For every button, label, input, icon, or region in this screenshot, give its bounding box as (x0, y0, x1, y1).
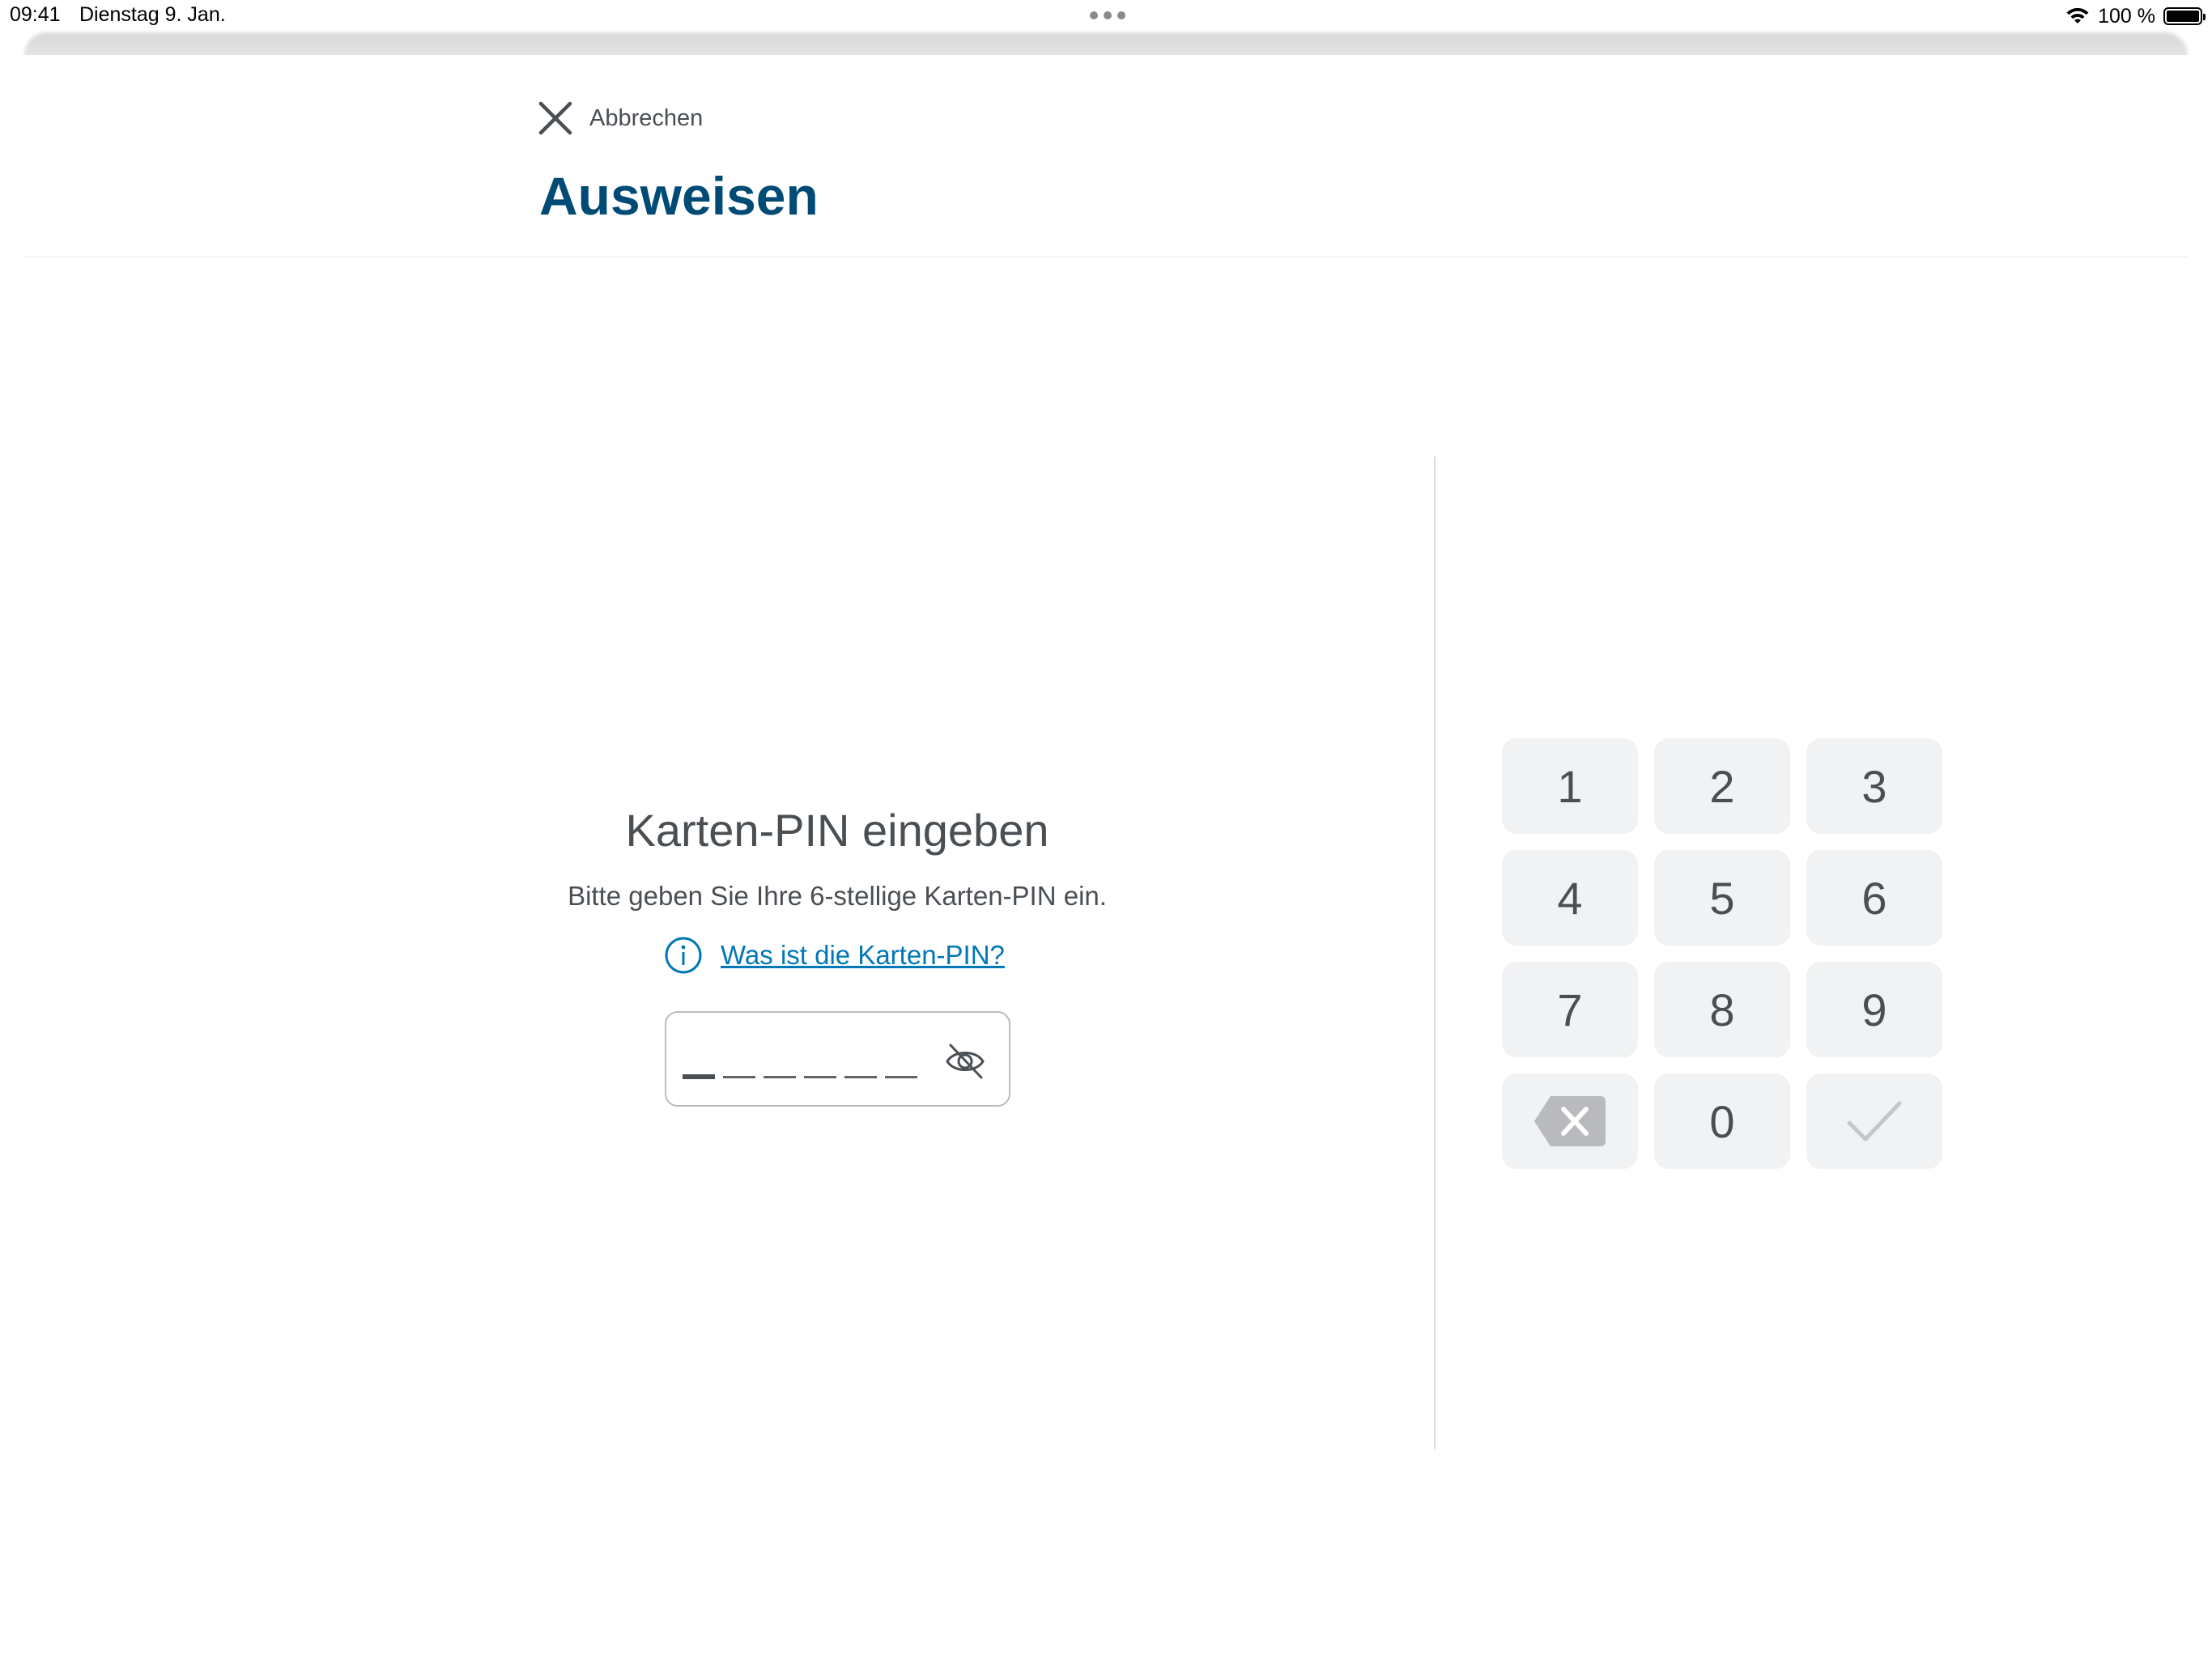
status-bar: 09:41 Dienstag 9. Jan. 100 % (0, 0, 2212, 36)
pin-digit-slot (885, 1076, 917, 1078)
multitasking-dots-icon[interactable] (1090, 11, 1125, 21)
key-9[interactable]: 9 (1806, 962, 1942, 1057)
backspace-icon (1534, 1096, 1606, 1146)
checkmark-icon (1847, 1101, 1902, 1141)
pin-help-link-label: Was ist die Karten-PIN? (721, 940, 1005, 970)
battery-percentage: 100 % (2098, 4, 2155, 28)
cancel-label: Abbrechen (589, 104, 704, 131)
pin-subtitle: Bitte geben Sie Ihre 6-stellige Karten-P… (568, 881, 1107, 911)
pin-digit-slot (683, 1074, 715, 1079)
delete-button[interactable] (1502, 1073, 1638, 1169)
pin-digit-slot (764, 1076, 796, 1078)
key-0[interactable]: 0 (1654, 1073, 1790, 1169)
status-date: Dienstag 9. Jan. (79, 3, 226, 26)
pin-input[interactable] (665, 1011, 1010, 1107)
page-title: Ausweisen (539, 166, 819, 226)
key-7[interactable]: 7 (1502, 962, 1638, 1057)
key-6[interactable]: 6 (1806, 850, 1942, 946)
pin-help-link[interactable]: Was ist die Karten-PIN? (664, 936, 1005, 975)
key-5[interactable]: 5 (1654, 850, 1790, 946)
confirm-button[interactable] (1806, 1073, 1942, 1169)
info-icon (665, 937, 702, 974)
status-time: 09:41 (10, 3, 61, 26)
wifi-icon (2066, 7, 2089, 23)
key-8[interactable]: 8 (1654, 962, 1790, 1057)
pin-digit-slot (804, 1076, 836, 1078)
key-1[interactable]: 1 (1502, 738, 1638, 834)
key-4[interactable]: 4 (1502, 850, 1638, 946)
key-3[interactable]: 3 (1806, 738, 1942, 834)
status-indicators: 100 % (2065, 2, 2206, 31)
header-divider (24, 256, 2188, 257)
pin-digit-slot (844, 1076, 877, 1078)
close-icon (538, 101, 572, 135)
pin-heading: Karten-PIN eingeben (625, 805, 1049, 856)
eye-off-icon[interactable] (944, 1040, 986, 1082)
vertical-divider (1434, 457, 1436, 1449)
numeric-keypad: 1 2 3 4 5 6 7 8 9 0 (1502, 738, 1942, 1169)
pin-digit-slots (683, 1074, 917, 1079)
cancel-button[interactable]: Abbrechen (538, 100, 703, 136)
battery-icon (2163, 7, 2206, 25)
key-2[interactable]: 2 (1654, 738, 1790, 834)
pin-digit-slot (723, 1076, 755, 1078)
